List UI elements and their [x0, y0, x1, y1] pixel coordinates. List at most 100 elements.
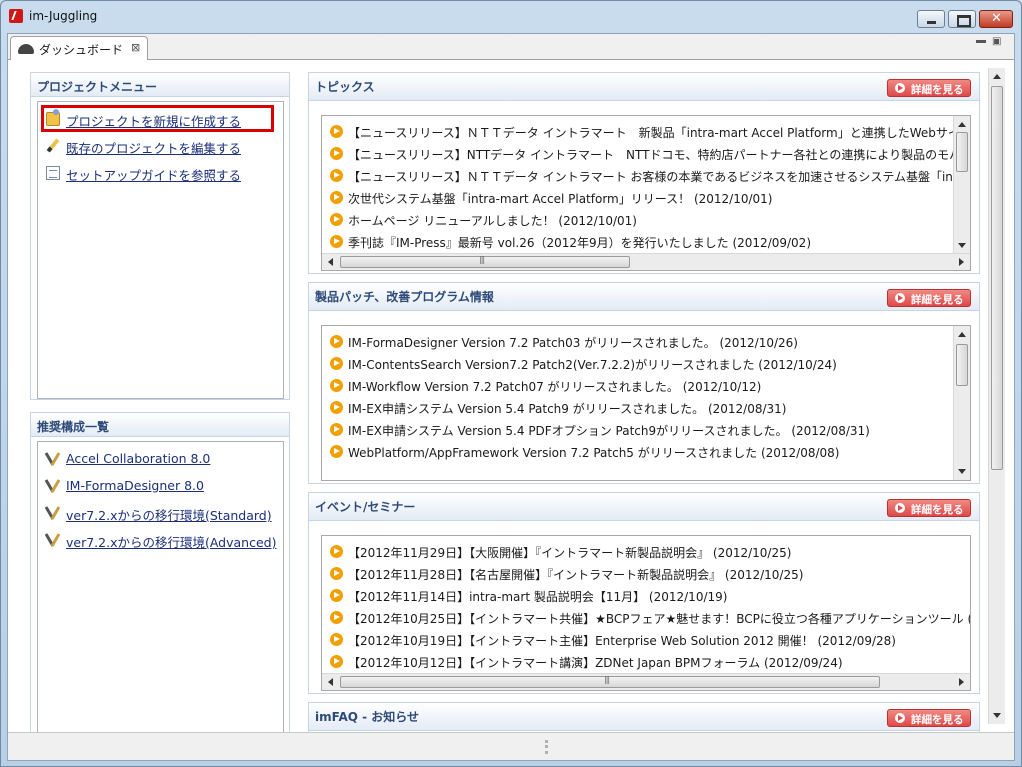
detail-button-label: 詳細を見る	[911, 294, 964, 306]
arrow-bullet-icon	[330, 655, 343, 668]
list-item-text[interactable]: 季刊誌『IM-Press』最新号 vol.26（2012年9月）を発行いたしまし…	[348, 234, 811, 251]
patches-vertical-scrollbar[interactable]	[953, 326, 970, 480]
recommended-item-label[interactable]: Accel Collaboration 8.0	[66, 451, 210, 466]
events-list: 【2012年11月29日】【大阪開催】『イントラマート新製品説明会』 (2012…	[321, 535, 971, 691]
editor-tab-bar: ダッシュボード ⊠ ▣	[8, 34, 1014, 60]
scroll-left-icon[interactable]	[328, 678, 333, 686]
setup-guide-icon	[46, 166, 60, 180]
scroll-up-icon[interactable]	[958, 122, 966, 127]
scroll-thumb[interactable]	[956, 132, 968, 172]
arrow-bullet-icon	[330, 125, 343, 138]
list-item-text[interactable]: IM-Workflow Version 7.2 Patch07 がリリースされま…	[348, 378, 761, 395]
faq-title: imFAQ - お知らせ	[315, 710, 420, 724]
scroll-thumb[interactable]	[340, 675, 880, 688]
scroll-up-icon[interactable]	[993, 74, 1001, 79]
list-item-text[interactable]: 【2012年11月29日】【大阪開催】『イントラマート新製品説明会』 (2012…	[348, 544, 791, 561]
recommended-item-formadesigner[interactable]: IM-FormaDesigner 8.0	[38, 475, 278, 497]
arrow-right-icon	[895, 293, 905, 303]
tools-icon	[46, 452, 60, 466]
events-detail-button[interactable]: 詳細を見る	[887, 499, 971, 517]
close-button[interactable]	[979, 10, 1013, 28]
scroll-down-icon[interactable]	[993, 713, 1001, 718]
recommended-item-accel-collaboration[interactable]: Accel Collaboration 8.0	[38, 448, 278, 470]
list-item-text[interactable]: 【2012年10月12日】【イントラマート講演】ZDNet Japan BPMフ…	[348, 654, 843, 671]
scroll-down-icon[interactable]	[958, 243, 966, 248]
title-bar[interactable]: im-Juggling	[1, 1, 1021, 31]
recommended-item-label[interactable]: ver7.2.xからの移行環境(Advanced)	[66, 532, 276, 551]
resize-grip-icon[interactable]	[545, 740, 548, 754]
menu-item-label[interactable]: プロジェクトを新規に作成する	[66, 111, 241, 130]
topics-panel: トピックス 詳細を見る 【ニュースリリース】ＮＴＴデータ イントラマート 新製品…	[308, 72, 980, 274]
arrow-bullet-icon	[330, 589, 343, 602]
arrow-bullet-icon	[330, 633, 343, 646]
recommended-item-label[interactable]: ver7.2.xからの移行環境(Standard)	[66, 505, 272, 524]
events-header: イベント/セミナー 詳細を見る	[309, 493, 979, 521]
project-menu-panel: プロジェクトメニュー プロジェクトを新規に作成する 既存のプロジェクトを編集する	[30, 72, 290, 400]
recommended-item-migration-standard[interactable]: ver7.2.xからの移行環境(Standard)	[38, 502, 278, 524]
list-item-text[interactable]: 次世代システム基盤「intra-mart Accel Platform」リリース…	[348, 190, 772, 207]
recommended-item-label[interactable]: IM-FormaDesigner 8.0	[66, 478, 204, 493]
menu-item-new-project[interactable]: プロジェクトを新規に作成する	[38, 108, 278, 130]
view-maximize-icon[interactable]: ▣	[992, 36, 1001, 47]
list-item-text[interactable]: IM-EX申請システム Version 5.4 PDFオプション Patch9が…	[348, 422, 870, 439]
list-item-text[interactable]: ホームページ リニューアルしました！ (2012/10/01)	[348, 212, 637, 229]
menu-item-edit-project[interactable]: 既存のプロジェクトを編集する	[38, 135, 278, 157]
list-item-text[interactable]: 【ニュースリリース】NTTデータ イントラマート NTTドコモ、特約店パートナー…	[348, 146, 961, 163]
list-item-text[interactable]: WebPlatform/AppFramework Version 7.2 Pat…	[348, 444, 840, 461]
tools-icon	[46, 533, 60, 547]
arrow-bullet-icon	[330, 401, 343, 414]
maximize-button[interactable]	[948, 10, 976, 28]
patches-title: 製品パッチ、改善プログラム情報	[315, 290, 494, 304]
list-item-text[interactable]: 【2012年10月25日】【イントラマート共催】★BCPフェア★魅せます！BCP…	[348, 610, 970, 627]
scroll-right-icon[interactable]	[959, 678, 964, 686]
topics-list: 【ニュースリリース】ＮＴＴデータ イントラマート 新製品「intra-mart …	[321, 115, 971, 271]
events-panel: イベント/セミナー 詳細を見る 【2012年11月29日】【大阪開催】『イントラ…	[308, 492, 980, 694]
events-horizontal-scrollbar[interactable]	[322, 673, 970, 690]
recommended-header: 推奨構成一覧	[31, 413, 289, 437]
scroll-thumb[interactable]	[991, 86, 1003, 470]
dashboard-vertical-scrollbar[interactable]	[988, 68, 1005, 724]
tools-icon	[46, 506, 60, 520]
app-window: im-Juggling ダッシュボード ⊠ ▣ プロジェクトメニュー	[0, 0, 1022, 767]
list-item-text[interactable]: 【2012年10月19日】【イントラマート主催】Enterprise Web S…	[348, 632, 896, 649]
scroll-up-icon[interactable]	[958, 332, 966, 337]
scroll-thumb[interactable]	[340, 255, 630, 268]
minimize-button[interactable]	[917, 10, 945, 28]
arrow-bullet-icon	[330, 357, 343, 370]
arrow-bullet-icon	[330, 213, 343, 226]
view-minimize-icon[interactable]	[976, 40, 986, 43]
list-item-text[interactable]: 【ニュースリリース】ＮＴＴデータ イントラマート 新製品「intra-mart …	[348, 124, 970, 141]
patches-header: 製品パッチ、改善プログラム情報 詳細を見る	[309, 283, 979, 311]
topics-detail-button[interactable]: 詳細を見る	[887, 79, 971, 97]
list-item-text[interactable]: IM-ContentsSearch Version7.2 Patch2(Ver.…	[348, 356, 837, 373]
menu-item-label[interactable]: セットアップガイドを参照する	[66, 165, 241, 184]
scroll-thumb[interactable]	[956, 344, 968, 386]
arrow-right-icon	[895, 713, 905, 723]
list-item-text[interactable]: IM-FormaDesigner Version 7.2 Patch03 がリリ…	[348, 334, 798, 351]
menu-item-label[interactable]: 既存のプロジェクトを編集する	[66, 138, 241, 157]
list-item-text[interactable]: 【2012年11月14日】intra-mart 製品説明会【11月】 (2012…	[348, 588, 727, 605]
arrow-right-icon	[895, 83, 905, 93]
recommended-panel: 推奨構成一覧 Accel Collaboration 8.0 IM-FormaD…	[30, 412, 290, 736]
tab-dashboard[interactable]: ダッシュボード ⊠	[10, 36, 148, 60]
dashboard-icon	[18, 44, 34, 54]
list-item-text[interactable]: 【2012年11月28日】【名古屋開催】『イントラマート新製品説明会』 (201…	[348, 566, 803, 583]
tab-close-icon[interactable]: ⊠	[131, 41, 140, 54]
scroll-right-icon[interactable]	[959, 258, 964, 266]
window-title: im-Juggling	[29, 9, 98, 23]
arrow-bullet-icon	[330, 423, 343, 436]
patches-detail-button[interactable]: 詳細を見る	[887, 289, 971, 307]
scroll-left-icon[interactable]	[328, 258, 333, 266]
arrow-bullet-icon	[330, 545, 343, 558]
recommended-item-migration-advanced[interactable]: ver7.2.xからの移行環境(Advanced)	[38, 529, 278, 551]
faq-detail-button[interactable]: 詳細を見る	[887, 709, 971, 727]
app-logo-icon	[9, 9, 23, 23]
list-item-text[interactable]: IM-EX申請システム Version 5.4 Patch9 がリリースされまし…	[348, 400, 786, 417]
menu-item-setup-guide[interactable]: セットアップガイドを参照する	[38, 162, 278, 184]
list-item-text[interactable]: 【ニュースリリース】ＮＴＴデータ イントラマート お客様の本業であるビジネスを加…	[348, 168, 963, 185]
detail-button-label: 詳細を見る	[911, 714, 964, 726]
arrow-bullet-icon	[330, 445, 343, 458]
topics-horizontal-scrollbar[interactable]	[322, 253, 970, 270]
topics-vertical-scrollbar[interactable]	[953, 116, 970, 254]
scroll-down-icon[interactable]	[958, 469, 966, 474]
